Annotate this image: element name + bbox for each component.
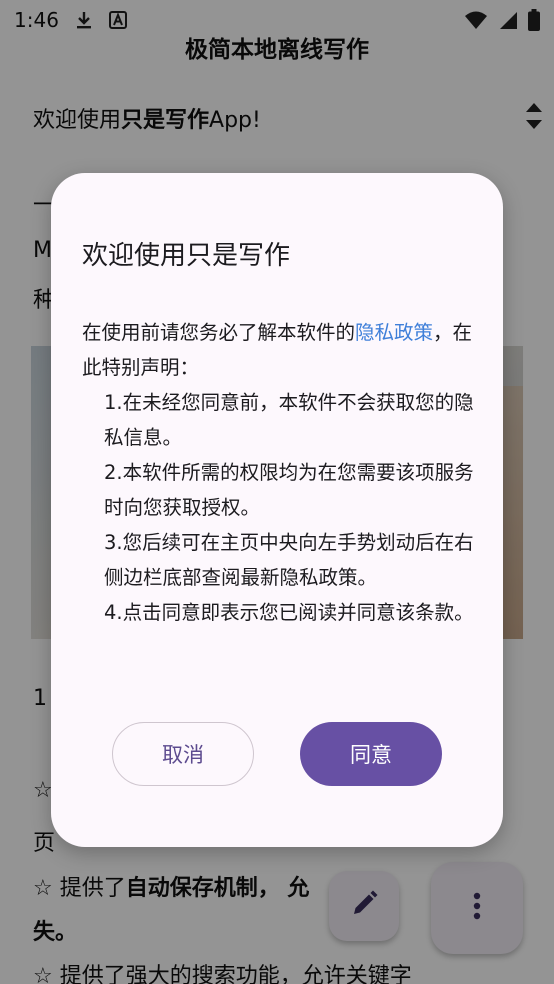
dialog-item: 3.您后续可在主页中央向左手势划动后在右侧边栏底部查阅最新隐私政策。	[104, 531, 474, 589]
dialog-intro: 在使用前请您务必了解本软件的隐私政策，在此特别声明：	[82, 315, 474, 385]
privacy-dialog: 欢迎使用只是写作 在使用前请您务必了解本软件的隐私政策，在此特别声明： 1.在未…	[51, 173, 503, 847]
dialog-item: 2.本软件所需的权限均为在您需要该项服务时向您获取授权。	[104, 461, 474, 519]
app-root: 1:46 极简本地离线写作 欢迎使用只是写作App! 一 M 种 1 ☆ 页 ☆…	[0, 0, 554, 984]
dialog-body: 在使用前请您务必了解本软件的隐私政策，在此特别声明： 1.在未经您同意前，本软件…	[82, 315, 474, 630]
dialog-item: 1.在未经您同意前，本软件不会获取您的隐私信息。	[104, 391, 474, 449]
privacy-policy-link[interactable]: 隐私政策	[355, 321, 433, 344]
dialog-item: 4.点击同意即表示您已阅读并同意该条款。	[104, 601, 474, 624]
cancel-button[interactable]: 取消	[112, 722, 254, 786]
agree-button[interactable]: 同意	[300, 722, 442, 786]
dialog-title: 欢迎使用只是写作	[82, 241, 291, 271]
intro-text: 在使用前请您务必了解本软件的	[82, 321, 356, 344]
